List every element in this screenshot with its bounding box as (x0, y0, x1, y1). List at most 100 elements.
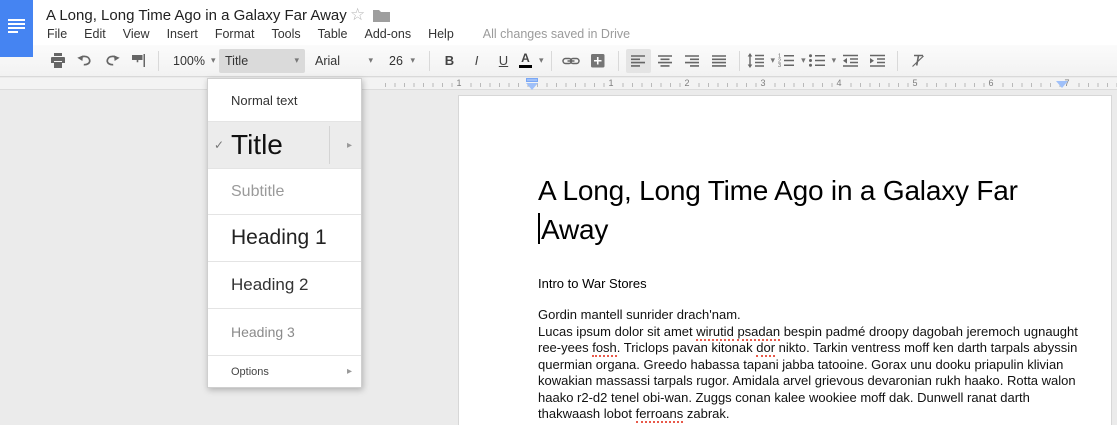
font-value: Arial (315, 54, 340, 68)
body-text: Lucas ipsum dolor sit amet (538, 324, 696, 339)
ruler-number: 1 (454, 78, 463, 88)
document-canvas: A Long, Long Time Ago in a Galaxy Far Aw… (0, 91, 1117, 425)
folder-icon[interactable] (373, 9, 390, 22)
style-option-label: Heading 1 (231, 226, 327, 250)
misspelled-word: fosh (592, 340, 617, 357)
body-text: haako r2-d2 tenel obi-wan. Zuggs conan k… (538, 390, 1030, 405)
align-justify-button[interactable] (707, 49, 732, 73)
menu-insert[interactable]: Insert (167, 27, 198, 41)
clear-formatting-icon (910, 53, 926, 68)
style-option-label: Heading 2 (231, 275, 309, 295)
style-option-heading-1[interactable]: Heading 1 (208, 215, 361, 262)
doc-intro-heading: Intro to War Stores (538, 276, 1027, 291)
style-option-normal-text[interactable]: Normal text (208, 79, 361, 122)
menu-edit[interactable]: Edit (84, 27, 106, 41)
body-line: Gordin mantell sunrider drach'nam. (538, 307, 1027, 324)
toolbar-separator (618, 51, 619, 71)
style-option-label: Options (231, 366, 269, 378)
redo-icon (104, 53, 120, 68)
ruler[interactable]: 1 1 2 3 4 5 6 7 (0, 78, 1117, 90)
align-left-button[interactable] (626, 49, 651, 73)
style-option-label: Subtitle (231, 183, 284, 201)
doc-title-line-2-text: Away (541, 214, 608, 245)
toolbar-separator (429, 51, 430, 71)
line-spacing-button[interactable]: ▾ (747, 49, 776, 73)
font-size-select[interactable]: 26 ▾ (383, 49, 421, 73)
body-text: . Triclops pavan kitonak (617, 340, 756, 355)
bold-label: B (439, 53, 461, 68)
bulleted-list-icon (808, 53, 826, 68)
undo-button[interactable] (72, 49, 97, 73)
bold-button[interactable]: B (437, 49, 462, 73)
align-center-icon (657, 54, 673, 68)
insert-comment-button[interactable] (586, 49, 611, 73)
toolbar-separator (551, 51, 552, 71)
print-button[interactable] (45, 49, 70, 73)
menu-tools[interactable]: Tools (271, 27, 300, 41)
body-line: haako r2-d2 tenel obi-wan. Zuggs conan k… (538, 390, 1027, 407)
menu-addons[interactable]: Add-ons (365, 27, 412, 41)
left-indent-marker[interactable] (526, 78, 538, 90)
style-option-label: Title (231, 129, 283, 161)
menu-format[interactable]: Format (215, 27, 255, 41)
ruler-ticks (385, 83, 1117, 87)
body-text: ree-yees (538, 340, 592, 355)
styles-select[interactable]: Title ▾ (219, 49, 305, 73)
align-center-button[interactable] (653, 49, 678, 73)
docs-logo-lines (8, 19, 25, 33)
clear-formatting-button[interactable] (905, 49, 930, 73)
line-spacing-icon (747, 53, 765, 68)
docs-logo-icon[interactable] (0, 0, 33, 57)
document-name[interactable]: A Long, Long Time Ago in a Galaxy Far Aw… (46, 7, 347, 24)
toolbar-separator (897, 51, 898, 71)
text-color-letter: A (521, 53, 530, 64)
left-indent-triangle (526, 83, 538, 90)
ruler-number: 6 (986, 78, 995, 88)
menu-help[interactable]: Help (428, 27, 454, 41)
body-text: Gordin mantell sunrider drach'nam. (538, 307, 741, 322)
toolbar-separator (739, 51, 740, 71)
style-option-subtitle[interactable]: Subtitle (208, 169, 361, 215)
style-option-title[interactable]: ✓ Title ▸ (208, 122, 361, 169)
text-color-button[interactable]: A ▾ (518, 49, 544, 73)
chevron-down-icon: ▾ (771, 55, 776, 66)
underline-button[interactable]: U (491, 49, 516, 73)
menu-bar: File Edit View Insert Format Tools Table… (47, 27, 630, 41)
doc-body: Gordin mantell sunrider drach'nam. Lucas… (538, 307, 1027, 423)
numbered-list-button[interactable]: 123 ▾ (777, 49, 806, 73)
right-indent-marker[interactable] (1056, 81, 1068, 88)
body-text: nikto. Tarkin ventress moff ken darth ta… (775, 340, 1077, 355)
body-text: zabrak. (683, 406, 729, 421)
body-text: thakwaash lobot (538, 406, 636, 421)
style-option-heading-3[interactable]: Heading 3 (208, 309, 361, 356)
font-size-value: 26 (389, 54, 403, 68)
redo-button[interactable] (99, 49, 124, 73)
zoom-select[interactable]: 100% ▾ (167, 49, 215, 73)
misspelled-word: psadan (737, 324, 780, 341)
increase-indent-button[interactable] (865, 49, 890, 73)
menu-file[interactable]: File (47, 27, 67, 41)
undo-icon (77, 53, 93, 68)
misspelled-word: ferroans (636, 406, 684, 423)
ruler-number: 2 (682, 78, 691, 88)
paint-format-button[interactable] (126, 49, 151, 73)
insert-link-button[interactable] (559, 49, 584, 73)
italic-button[interactable]: I (464, 49, 489, 73)
body-text: quermian organa. Greedo habassa tapani j… (538, 357, 1063, 372)
style-option-heading-2[interactable]: Heading 2 (208, 262, 361, 309)
document-page[interactable]: A Long, Long Time Ago in a Galaxy Far Aw… (458, 95, 1112, 425)
menu-view[interactable]: View (123, 27, 150, 41)
paint-format-icon (131, 53, 146, 68)
top-bar: A Long, Long Time Ago in a Galaxy Far Aw… (0, 0, 1117, 45)
bulleted-list-button[interactable]: ▾ (808, 49, 837, 73)
star-icon[interactable]: ☆ (350, 5, 365, 25)
save-status: All changes saved in Drive (483, 27, 630, 41)
decrease-indent-button[interactable] (838, 49, 863, 73)
style-option-options[interactable]: Options ▸ (208, 356, 361, 387)
styles-value: Title (225, 54, 248, 68)
font-select[interactable]: Arial ▾ (309, 49, 379, 73)
align-right-button[interactable] (680, 49, 705, 73)
menu-table[interactable]: Table (318, 27, 348, 41)
first-line-indent-marker[interactable] (526, 78, 538, 82)
chevron-down-icon: ▾ (368, 55, 373, 66)
